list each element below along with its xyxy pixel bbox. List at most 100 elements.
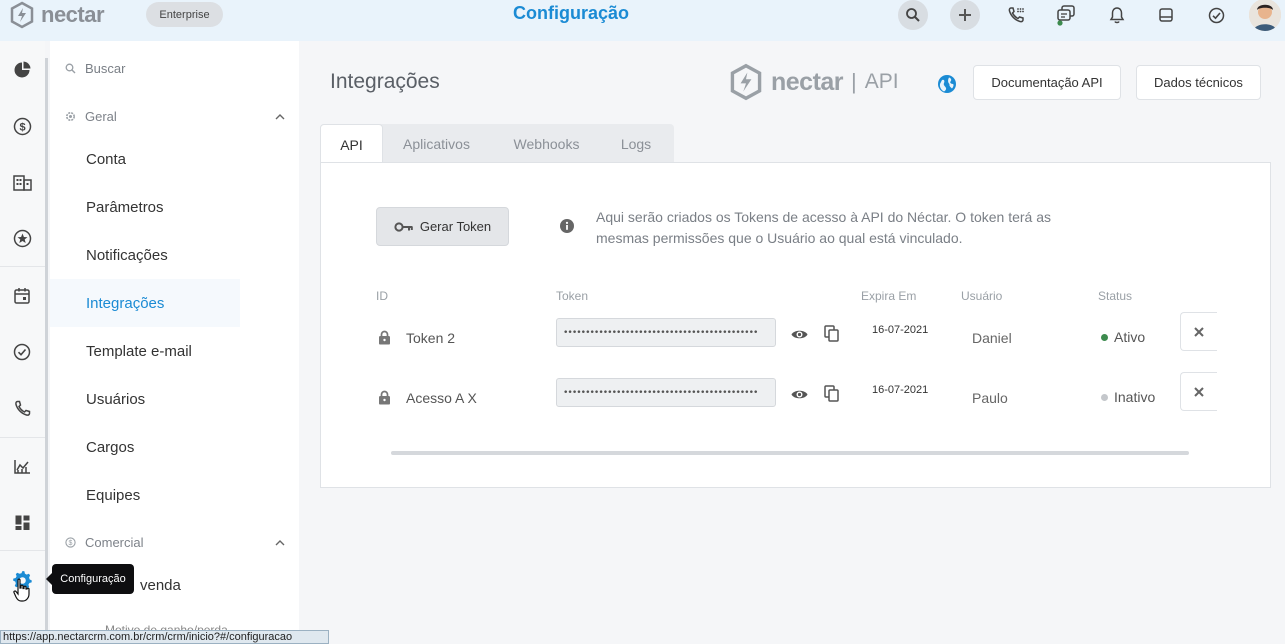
svg-text:$: $ — [69, 540, 73, 547]
menu-search[interactable]: Buscar — [65, 61, 125, 76]
token-name: Acesso A X — [406, 390, 477, 406]
eye-icon[interactable] — [791, 327, 808, 345]
rail-divider — [0, 437, 45, 438]
eye-icon[interactable] — [791, 387, 808, 405]
brand-separator: | — [851, 69, 857, 94]
search-icon — [65, 63, 76, 74]
column-header-token: Token — [556, 289, 589, 303]
svg-text:$: $ — [19, 121, 25, 133]
status-badge: Inativo — [1101, 389, 1155, 405]
browser-status-bar: https://app.nectarcrm.com.br/crm/crm/ini… — [0, 630, 329, 644]
table-row: Token 2 ••••••••••••••••••••••••••••••••… — [321, 312, 1272, 358]
menu-group-general[interactable]: Geral — [65, 109, 285, 124]
info-text: Aqui serão criados os Tokens de acesso à… — [596, 209, 1051, 246]
check-circle-icon[interactable] — [1201, 0, 1231, 30]
rail-scrollbar[interactable] — [45, 58, 48, 644]
top-bar: nectar Enterprise Configuração — [0, 0, 1285, 41]
pie-chart-icon[interactable] — [7, 55, 37, 85]
tab-aplicativos[interactable]: Aplicativos — [383, 124, 490, 163]
brand-api-label: API — [864, 70, 899, 93]
menu-item-cargos[interactable]: Cargos — [50, 423, 240, 471]
token-value-field[interactable]: ••••••••••••••••••••••••••••••••••••••••… — [556, 378, 776, 407]
column-header-expires: Expira Em — [861, 289, 917, 303]
nectar-logo-icon — [10, 1, 34, 29]
menu-group-commercial[interactable]: $ Comercial — [65, 535, 285, 550]
tab-logs[interactable]: Logs — [603, 124, 669, 163]
info-icon — [560, 219, 574, 238]
delete-token-button[interactable] — [1180, 372, 1217, 411]
tab-webhooks[interactable]: Webhooks — [490, 124, 603, 163]
menu-item-template-email[interactable]: Template e-mail — [50, 327, 240, 375]
search-icon[interactable] — [898, 0, 928, 30]
copy-icon[interactable] — [824, 385, 839, 407]
generate-token-button[interactable]: Gerar Token — [376, 207, 509, 246]
section-title: Integrações — [330, 70, 440, 93]
calendar-icon[interactable] — [7, 281, 37, 311]
page-title: Configuração — [512, 3, 629, 23]
copy-icon[interactable] — [824, 325, 839, 347]
dashboard-icon[interactable] — [7, 507, 37, 537]
gear-icon — [65, 111, 76, 122]
globe-icon[interactable] — [937, 74, 957, 99]
nectar-logo-icon — [730, 63, 762, 101]
table-row: Acesso A X •••••••••••••••••••••••••••••… — [321, 372, 1272, 418]
close-icon — [1194, 326, 1204, 337]
tech-data-button[interactable]: Dados técnicos — [1136, 65, 1261, 100]
status-text: Ativo — [1114, 329, 1146, 345]
chevron-up-icon — [275, 539, 285, 545]
menu-item-equipes[interactable]: Equipes — [50, 471, 240, 519]
menu-group-label: Geral — [85, 109, 117, 124]
tab-bar: API Aplicativos Webhooks Logs — [320, 124, 674, 164]
chevron-up-icon — [275, 113, 285, 119]
menu-item-parametros[interactable]: Parâmetros — [50, 183, 240, 231]
chat-stack-icon[interactable] — [1051, 0, 1081, 30]
close-icon — [1194, 386, 1204, 397]
key-icon — [394, 221, 413, 232]
user-avatar[interactable] — [1247, 0, 1283, 33]
status-dot — [1101, 333, 1108, 341]
column-header-user: Usuário — [961, 289, 1003, 303]
phone-icon[interactable] — [7, 393, 37, 423]
plus-icon[interactable] — [950, 0, 980, 30]
chart-line-icon[interactable] — [7, 451, 37, 481]
status-badge: Ativo — [1101, 329, 1145, 345]
status-text: Inativo — [1114, 389, 1156, 405]
generate-token-label: Gerar Token — [419, 219, 492, 234]
search-placeholder: Buscar — [85, 61, 126, 76]
token-user: Paulo — [972, 390, 1008, 406]
building-icon[interactable] — [7, 167, 37, 197]
delete-token-button[interactable] — [1180, 312, 1217, 351]
table-horizontal-scrollbar[interactable] — [391, 451, 1189, 455]
menu-item-usuarios[interactable]: Usuários — [50, 375, 240, 423]
column-header-id: ID — [376, 289, 388, 303]
menu-item-venda[interactable]: venda — [140, 577, 181, 594]
tooltip: Configuração — [46, 564, 134, 594]
phone-dial-icon[interactable] — [1001, 0, 1031, 30]
star-icon[interactable] — [7, 223, 37, 253]
menu-item-conta[interactable]: Conta — [50, 135, 240, 183]
menu-item-notificacoes[interactable]: Notificações — [50, 231, 240, 279]
dollar-icon[interactable]: $ — [7, 111, 37, 141]
expiry-date: 16-07-2021 — [872, 384, 929, 396]
check-circle-icon[interactable] — [7, 337, 37, 367]
token-value-field[interactable]: ••••••••••••••••••••••••••••••••••••••••… — [556, 318, 776, 347]
expiry-date: 16-07-2021 — [872, 324, 929, 336]
token-user: Daniel — [972, 330, 1012, 346]
rail-divider — [0, 266, 45, 267]
api-docs-button[interactable]: Documentação API — [973, 65, 1121, 100]
bell-icon[interactable] — [1102, 0, 1132, 30]
dollar-icon: $ — [65, 537, 76, 548]
menu-item-integracoes[interactable]: Integrações — [50, 279, 240, 327]
api-card: Gerar Token Aqui serão criados os Tokens… — [320, 162, 1271, 488]
tab-api[interactable]: API — [320, 124, 383, 164]
plan-badge: Enterprise — [146, 2, 223, 27]
inbox-icon[interactable] — [1151, 0, 1181, 30]
logo-text: nectar — [41, 2, 105, 27]
column-header-status: Status — [1098, 289, 1133, 303]
app-logo[interactable]: nectar — [8, 1, 105, 29]
api-brand-logo: nectar | API — [727, 63, 899, 101]
token-name: Token 2 — [406, 330, 456, 346]
rail-divider — [0, 550, 45, 551]
settings-menu: Buscar Geral Conta Parâmetros Notificaçõ… — [50, 41, 299, 644]
icon-rail: $ — [0, 41, 45, 644]
